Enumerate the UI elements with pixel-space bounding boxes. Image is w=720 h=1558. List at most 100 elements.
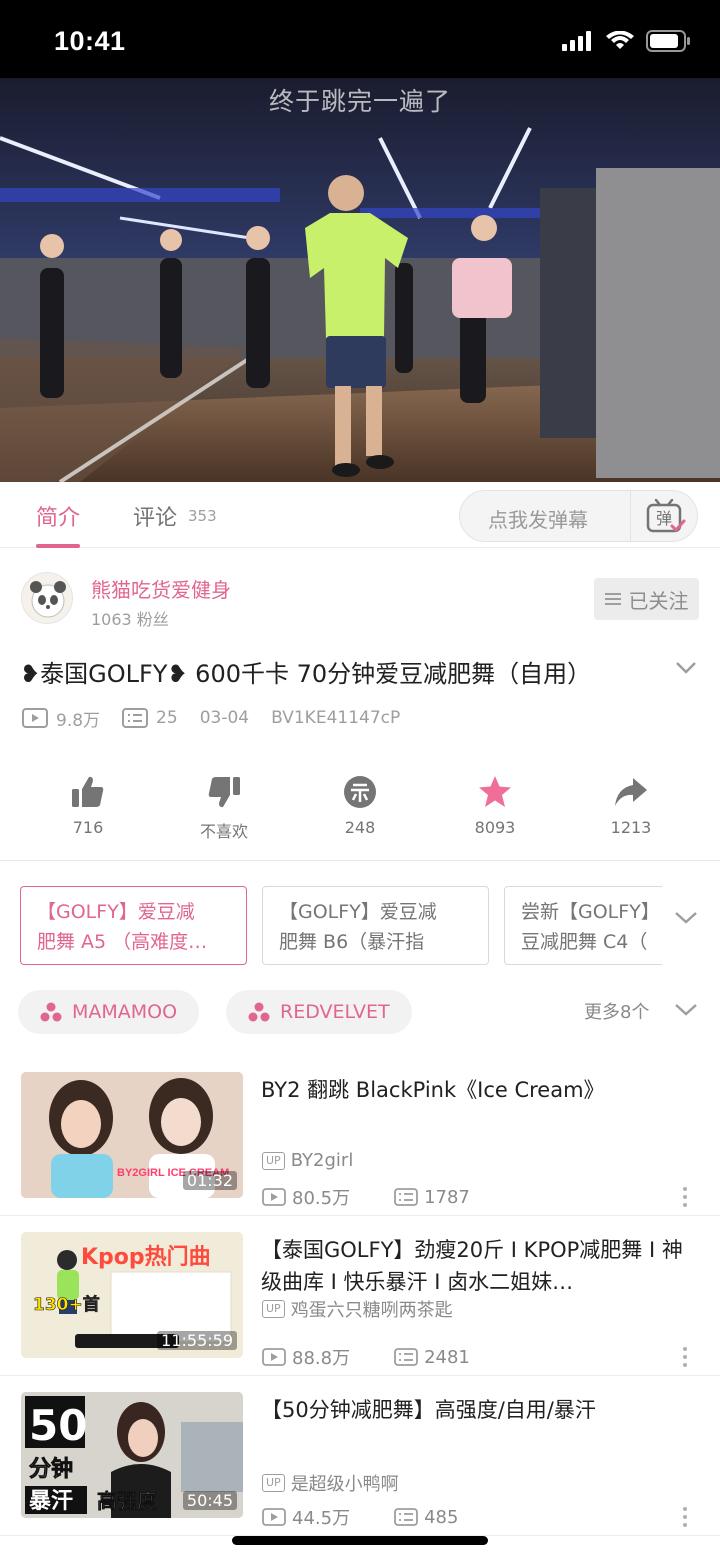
recommend-uploader[interactable]: UP 是超级小鸭啊 bbox=[262, 1470, 399, 1496]
danmaku-count: 25 bbox=[156, 708, 178, 728]
more-tags-link[interactable]: 更多8个 bbox=[584, 998, 649, 1024]
tag-cluster-icon bbox=[40, 1002, 62, 1022]
dislike-button[interactable]: 不喜欢 bbox=[174, 770, 274, 842]
expand-episodes-chevron-icon[interactable] bbox=[673, 910, 699, 926]
more-options-icon[interactable] bbox=[680, 1506, 690, 1528]
danmaku-stat: 2481 bbox=[394, 1347, 470, 1368]
star-icon bbox=[479, 776, 511, 807]
episode-line: 【GOLFY】爱豆减 bbox=[37, 901, 195, 923]
danmaku-count: 485 bbox=[424, 1506, 459, 1528]
views-count: 9.8万 bbox=[56, 710, 101, 731]
play-count-icon bbox=[262, 1348, 286, 1366]
recommend-uploader[interactable]: UP 鸡蛋六只糖咧两茶匙 bbox=[262, 1296, 453, 1322]
danmaku-stat: 1787 bbox=[394, 1187, 470, 1208]
recommend-uploader[interactable]: UP BY2girl bbox=[262, 1150, 353, 1171]
followed-label: 已关注 bbox=[628, 588, 689, 613]
tag-label: REDVELVET bbox=[280, 1001, 390, 1023]
status-bar: 10:41 bbox=[0, 0, 720, 78]
video-duration: 11:55:59 bbox=[157, 1331, 237, 1350]
play-count-icon bbox=[262, 1508, 286, 1526]
tag-cluster-icon bbox=[248, 1002, 270, 1022]
danmaku-meta: 25 bbox=[122, 708, 178, 728]
episode-item[interactable]: 【GOLFY】爱豆减 肥舞 B6（暴汗指 bbox=[262, 886, 489, 965]
tab-intro[interactable]: 简介 bbox=[36, 500, 80, 532]
comment-count: 353 bbox=[188, 507, 217, 525]
danmaku-input[interactable]: 点我发弹幕 弹 bbox=[459, 490, 698, 542]
episode-item[interactable]: 尝新【GOLFY】 豆减肥舞 C4（ bbox=[504, 886, 662, 965]
detail-tabs: 简介 评论 353 点我发弹幕 弹 bbox=[0, 482, 720, 548]
recommend-item[interactable]: BY2GIRL ICE CREAM 01:32 BY2 翻跳 BlackPink… bbox=[0, 1056, 720, 1216]
episode-line: 肥舞 B6（暴汗指 bbox=[279, 931, 425, 953]
chevron-down-icon[interactable] bbox=[674, 660, 698, 676]
publish-date: 03-04 bbox=[199, 708, 250, 728]
play-count-icon bbox=[22, 708, 48, 728]
share-count: 1213 bbox=[610, 818, 652, 837]
episode-list[interactable]: 【GOLFY】爱豆减 肥舞 A5 （高难度… 【GOLFY】爱豆减 肥舞 B6（… bbox=[20, 886, 662, 966]
tag-chip[interactable]: MAMAMOO bbox=[18, 990, 200, 1034]
danmaku-count: 1787 bbox=[424, 1186, 470, 1208]
battery-icon bbox=[646, 30, 690, 52]
thumb-caption: Kpop热门曲 bbox=[81, 1244, 211, 1270]
video-title-row[interactable]: ❥泰国GOLFY❥ 600千卡 70分钟爱豆减肥舞（自用） bbox=[20, 654, 700, 690]
tag-chip[interactable]: REDVELVET bbox=[226, 990, 412, 1034]
date-meta: 03-04 bbox=[200, 708, 249, 728]
views-count: 44.5万 bbox=[292, 1508, 351, 1529]
recommend-stats: 80.5万 1787 bbox=[262, 1184, 514, 1210]
bvid-meta: BV1KE41147cP bbox=[271, 708, 400, 728]
uploader-name[interactable]: 熊猫吃货爱健身 bbox=[91, 574, 231, 603]
danmaku-count: 2481 bbox=[424, 1346, 470, 1368]
recommend-stats: 88.8万 2481 bbox=[262, 1344, 514, 1370]
thumbs-up-icon bbox=[72, 776, 104, 807]
views-stat: 44.5万 bbox=[262, 1504, 350, 1530]
episode-item[interactable]: 【GOLFY】爱豆减 肥舞 A5 （高难度… bbox=[20, 886, 247, 965]
share-button[interactable]: 1213 bbox=[581, 770, 681, 837]
video-thumbnail[interactable]: BY2GIRL ICE CREAM 01:32 bbox=[21, 1072, 243, 1198]
action-bar: 716 不喜欢 248 8093 1213 bbox=[0, 770, 720, 850]
recommend-item[interactable]: Kpop热门曲 130+首 11:55:59 【泰国GOLFY】劲瘦20斤 I … bbox=[0, 1216, 720, 1376]
up-badge: UP bbox=[262, 1474, 285, 1492]
uploader-avatar[interactable] bbox=[21, 572, 73, 624]
signal-icon bbox=[562, 31, 591, 51]
thumb-big-number: 50 bbox=[29, 1401, 87, 1450]
favorite-button[interactable]: 8093 bbox=[445, 770, 545, 837]
more-options-icon[interactable] bbox=[680, 1186, 690, 1208]
menu-lines-icon bbox=[604, 593, 621, 605]
tab-comments[interactable]: 评论 bbox=[133, 500, 177, 532]
thumb-badge: 130+首 bbox=[33, 1294, 100, 1315]
video-duration: 01:32 bbox=[182, 1171, 237, 1190]
coin-icon bbox=[344, 776, 376, 808]
recommend-title: 【50分钟减肥舞】高强度/自用/暴汗 bbox=[261, 1398, 596, 1422]
uploader-name: BY2girl bbox=[290, 1150, 354, 1171]
uploader-name: 是超级小鸭啊 bbox=[290, 1474, 399, 1495]
episode-line: 肥舞 A5 （高难度… bbox=[37, 931, 208, 953]
recommend-item[interactable]: 50 分钟 暴汗 高强度 50:45 【50分钟减肥舞】高强度/自用/暴汗 UP… bbox=[0, 1376, 720, 1536]
home-indicator[interactable] bbox=[232, 1536, 488, 1545]
recommend-stats: 44.5万 485 bbox=[262, 1504, 502, 1530]
up-badge: UP bbox=[262, 1300, 285, 1318]
like-count: 716 bbox=[72, 818, 104, 837]
video-title: ❥泰国GOLFY❥ 600千卡 70分钟爱豆减肥舞（自用） bbox=[20, 660, 592, 688]
like-button[interactable]: 716 bbox=[38, 770, 138, 837]
danmaku-toggle-icon[interactable]: 弹 bbox=[646, 499, 686, 535]
danmaku-count-icon bbox=[394, 1188, 418, 1206]
play-count-icon bbox=[262, 1188, 286, 1206]
status-icons bbox=[562, 30, 692, 52]
followed-button[interactable]: 已关注 bbox=[594, 578, 699, 620]
thumb-caption-line: 分钟 bbox=[29, 1456, 73, 1482]
section-divider bbox=[0, 860, 720, 861]
uploader-row: 熊猫吃货爱健身 1063 粉丝 已关注 bbox=[0, 566, 720, 636]
video-thumbnail[interactable]: 50 分钟 暴汗 高强度 50:45 bbox=[21, 1392, 243, 1518]
favorite-count: 8093 bbox=[474, 818, 516, 837]
wifi-icon bbox=[606, 31, 634, 49]
video-thumbnail[interactable]: Kpop热门曲 130+首 11:55:59 bbox=[21, 1232, 243, 1358]
more-options-icon[interactable] bbox=[680, 1346, 690, 1368]
chevron-down-icon[interactable] bbox=[673, 1002, 699, 1018]
danmaku-count-icon bbox=[122, 708, 149, 728]
video-player[interactable]: 终于跳完一遍了 bbox=[0, 78, 720, 482]
coin-button[interactable]: 248 bbox=[310, 770, 410, 837]
views-count: 88.8万 bbox=[292, 1348, 351, 1369]
coin-count: 248 bbox=[344, 818, 376, 837]
video-meta-row: 9.8万 25 03-04 BV1KE41147cP bbox=[22, 704, 422, 732]
dislike-label: 不喜欢 bbox=[199, 822, 248, 841]
status-time: 10:41 bbox=[54, 26, 126, 56]
